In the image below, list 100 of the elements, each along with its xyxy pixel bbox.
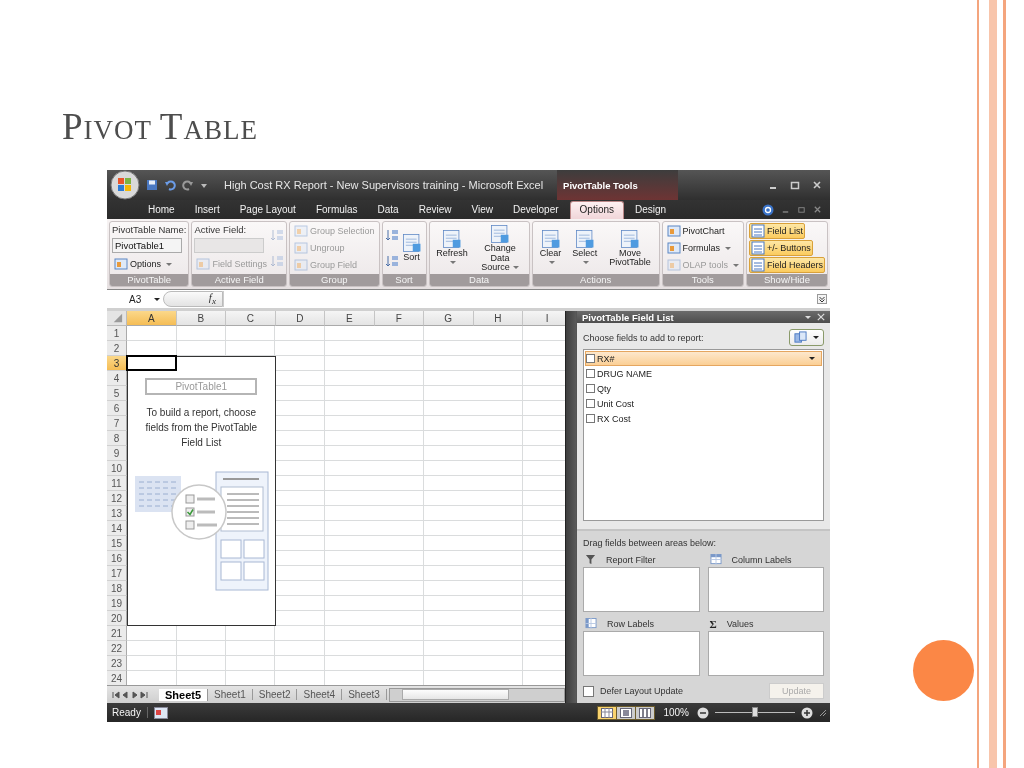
checkbox[interactable] (586, 369, 595, 378)
ribbon-button[interactable]: Sort (399, 232, 424, 264)
ribbon-button[interactable]: Move PivotTable (603, 227, 657, 269)
sheet-tab[interactable]: Sheet4 (297, 689, 343, 700)
save-icon[interactable] (146, 179, 158, 191)
column-header[interactable]: B (176, 311, 226, 326)
help-icon[interactable] (762, 203, 774, 216)
sheet-tab[interactable]: Sheet2 (252, 689, 298, 700)
drop-area[interactable] (583, 567, 700, 612)
sheet-tab[interactable]: Sheet3 (342, 689, 387, 700)
checkbox[interactable] (583, 685, 594, 697)
row-header[interactable]: 18 (107, 581, 127, 596)
row-header[interactable]: 8 (107, 431, 127, 446)
column-header[interactable]: C (226, 311, 276, 326)
field-item[interactable]: RX Cost (585, 411, 822, 426)
zoom-out-icon[interactable] (697, 706, 709, 719)
ribbon-tab[interactable]: Home (139, 202, 184, 219)
input-field[interactable]: PivotTable1 (112, 238, 182, 253)
resize-grip-icon[interactable] (819, 708, 827, 717)
layout-view-button[interactable] (617, 706, 636, 719)
ribbon-tab[interactable]: Review (409, 202, 461, 219)
row-header[interactable]: 9 (107, 446, 127, 461)
caret-icon[interactable] (809, 357, 815, 360)
office-button[interactable] (110, 170, 140, 200)
row-header[interactable]: 21 (107, 626, 127, 641)
sheet-tab[interactable]: Sheet1 (208, 689, 253, 700)
row-header[interactable]: 23 (107, 656, 127, 671)
layout-button[interactable] (789, 329, 824, 346)
ribbon-button[interactable]: Clear (534, 227, 567, 269)
checkbox[interactable] (586, 414, 595, 423)
ribbon-button[interactable]: PivotChart (664, 223, 727, 239)
ribbon-button[interactable]: Select (567, 227, 603, 269)
pagebreak-view-button[interactable] (636, 706, 655, 719)
toggle-button[interactable]: +/- Buttons (748, 240, 813, 256)
column-header[interactable]: E (325, 311, 375, 326)
row-header[interactable]: 10 (107, 461, 127, 476)
ribbon-button[interactable]: Refresh (431, 227, 473, 269)
normal-view-button[interactable] (598, 706, 617, 719)
vertical-scrollbar[interactable] (565, 311, 576, 703)
ribbon-tab[interactable]: Formulas (306, 202, 367, 219)
expand-icon[interactable] (817, 294, 827, 304)
column-header[interactable]: H (473, 311, 523, 326)
ribbon-button[interactable]: Formulas (664, 240, 734, 256)
column-header[interactable]: I (523, 311, 565, 326)
drop-area[interactable] (583, 631, 700, 676)
row-header[interactable]: 13 (107, 506, 127, 521)
row-header[interactable]: 7 (107, 416, 127, 431)
redo-icon[interactable] (182, 179, 194, 191)
restore-icon[interactable] (790, 180, 800, 190)
close-icon[interactable] (813, 205, 822, 214)
sheet-tab[interactable]: Sheet5 (159, 688, 209, 701)
checkbox[interactable] (586, 354, 595, 363)
row-header[interactable]: 5 (107, 386, 127, 401)
field-item[interactable]: RX# (585, 351, 822, 366)
ribbon-button[interactable]: Change Data Source (473, 223, 527, 274)
row-header[interactable]: 19 (107, 596, 127, 611)
toggle-button[interactable]: Field List (748, 223, 805, 239)
ribbon-button[interactable]: Options (112, 256, 175, 272)
row-header[interactable]: 1 (107, 326, 127, 341)
row-header[interactable]: 14 (107, 521, 127, 536)
field-item[interactable]: Unit Cost (585, 396, 822, 411)
checkbox[interactable] (586, 399, 595, 408)
zoom-slider-thumb[interactable] (752, 707, 758, 717)
ribbon-tab[interactable]: Insert (185, 202, 229, 219)
horizontal-scrollbar[interactable] (388, 687, 565, 702)
row-header[interactable]: 22 (107, 641, 127, 656)
row-header[interactable]: 11 (107, 476, 127, 491)
active-cell[interactable] (126, 355, 177, 371)
row-header[interactable]: 24 (107, 671, 127, 686)
row-header[interactable]: 3 (107, 356, 127, 371)
column-header[interactable]: F (374, 311, 424, 326)
column-header[interactable]: D (275, 311, 325, 326)
zoom-in-icon[interactable] (801, 706, 813, 719)
row-header[interactable]: 16 (107, 551, 127, 566)
ribbon-tab[interactable]: Options (569, 201, 625, 219)
row-header[interactable]: 15 (107, 536, 127, 551)
field-item[interactable]: Qty (585, 381, 822, 396)
row-header[interactable]: 6 (107, 401, 127, 416)
ribbon-tab[interactable]: View (462, 202, 502, 219)
close-icon[interactable] (812, 180, 822, 190)
restore-icon[interactable] (797, 205, 806, 214)
undo-icon[interactable] (164, 179, 176, 191)
checkbox[interactable] (586, 384, 595, 393)
customize-caret-icon[interactable] (200, 181, 208, 189)
row-header[interactable]: 4 (107, 371, 127, 386)
ribbon-tab[interactable]: Design (626, 202, 676, 219)
ribbon-tab[interactable]: Page Layout (230, 202, 305, 219)
column-header[interactable]: A (127, 311, 177, 326)
row-header[interactable]: 2 (107, 341, 127, 356)
row-header[interactable]: 17 (107, 566, 127, 581)
drop-area[interactable] (707, 567, 824, 612)
insert-function-button[interactable]: f$_{x}$ (208, 291, 216, 307)
ribbon-tab[interactable]: Data (368, 202, 408, 219)
name-box[interactable]: A3 (107, 293, 163, 305)
row-header[interactable]: 20 (107, 611, 127, 626)
column-header[interactable]: G (424, 311, 474, 326)
macro-record-icon[interactable] (153, 706, 168, 719)
drop-area[interactable] (707, 631, 824, 676)
field-item[interactable]: DRUG NAME (585, 366, 822, 381)
row-header[interactable]: 12 (107, 491, 127, 506)
